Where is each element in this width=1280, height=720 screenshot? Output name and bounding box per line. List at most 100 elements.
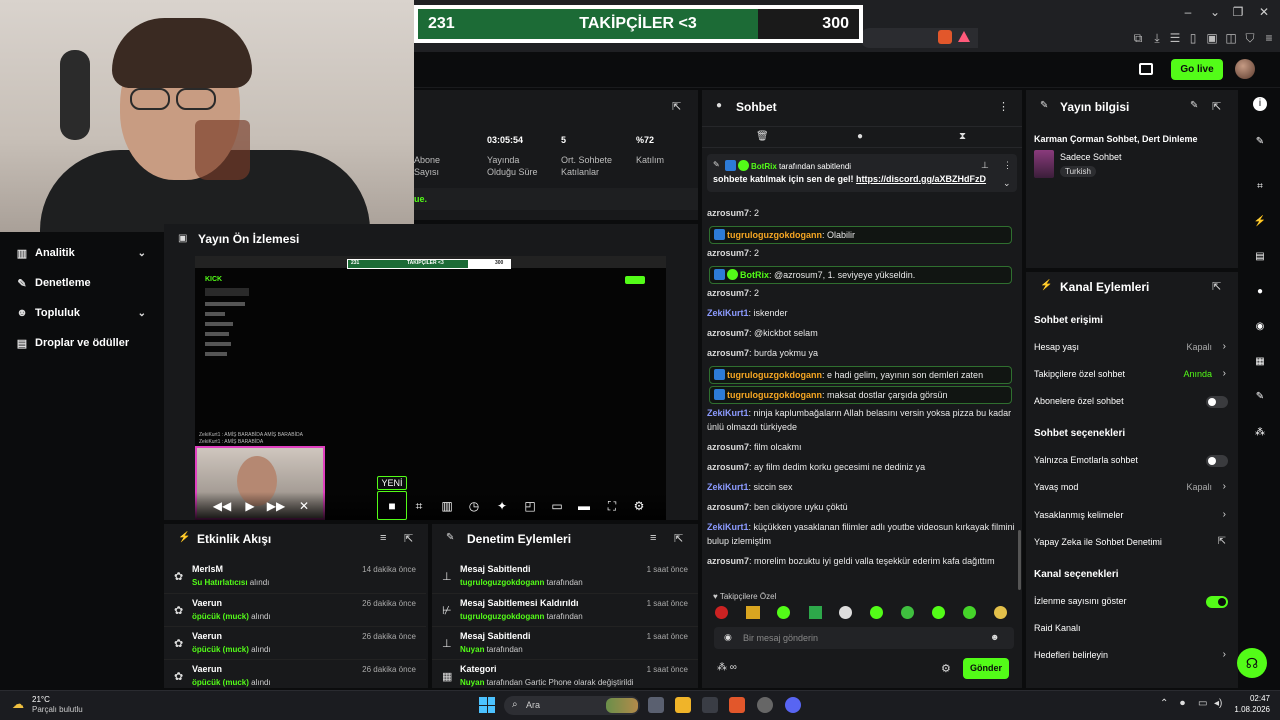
trash-icon[interactable]: 🗑 xyxy=(756,131,769,142)
forward-icon[interactable]: ▶▶ xyxy=(266,497,286,515)
info-icon[interactable]: i xyxy=(1253,97,1267,111)
tag-chip[interactable]: Turkish xyxy=(1060,166,1096,177)
pip-icon[interactable]: ◰ xyxy=(520,497,540,515)
option-show-viewers[interactable]: İzlenme sayısını göster xyxy=(1034,596,1230,616)
emote-icon[interactable] xyxy=(994,606,1007,619)
scan-icon[interactable]: ⌗ xyxy=(1251,178,1269,196)
sidebar-item-drops[interactable]: ▤ Droplar ve ödüller xyxy=(0,328,162,358)
brave-rewards-icon[interactable] xyxy=(958,31,970,42)
emote-icon[interactable] xyxy=(746,606,760,619)
chat-username[interactable]: azrosum7 xyxy=(707,502,749,512)
option-goals[interactable]: Hedefleri belirleyin › xyxy=(1034,649,1230,670)
chevron-down-icon[interactable]: ⌄ xyxy=(138,248,146,259)
emote-icon[interactable] xyxy=(777,606,790,619)
clock-time[interactable]: 02:47 xyxy=(1236,694,1270,703)
chat-username[interactable]: ZekiKurt1 xyxy=(707,522,749,532)
bookmark-list-icon[interactable]: ☰ xyxy=(1168,31,1182,45)
windows-start-icon[interactable] xyxy=(479,697,495,713)
play-icon[interactable]: ▶ xyxy=(240,497,260,515)
chat-message[interactable]: ZekiKurt1: ninja kaplumbağaların Allah b… xyxy=(707,406,1015,434)
chat-username[interactable]: ZekiKurt1 xyxy=(707,482,749,492)
chat-username[interactable]: tugruloguzgokdogann xyxy=(727,230,822,240)
mic-icon[interactable]: ⏺ xyxy=(1180,698,1185,709)
emote-icon[interactable] xyxy=(870,606,883,619)
chat-message[interactable]: ZekiKurt1: küçükken yasaklanan filimler … xyxy=(707,520,1015,548)
chat-username[interactable]: azrosum7 xyxy=(707,462,749,472)
restore-icon[interactable]: ❐ xyxy=(1231,5,1245,19)
minimize-icon[interactable]: – xyxy=(1181,5,1195,19)
chat-username[interactable]: tugruloguzgokdogann xyxy=(727,390,822,400)
collapse-icon[interactable]: ⌄ xyxy=(1208,5,1222,19)
chat-message[interactable]: tugruloguzgokdogann: maksat dostlar çarş… xyxy=(709,386,1012,404)
stream-preview[interactable]: 231 TAKİPÇİLER <3 300 KICK ZekiKurt1 : A… xyxy=(195,256,666,520)
edit-icon[interactable]: ✎ xyxy=(1190,100,1198,111)
chat-message[interactable]: ZekiKurt1: siccin sex xyxy=(707,480,1015,494)
crop-icon[interactable]: ⌗ xyxy=(409,497,429,515)
grid-icon[interactable]: ▥ xyxy=(437,497,457,515)
points-icon[interactable]: ⁂ ∞ xyxy=(717,662,737,673)
chat-username[interactable]: BotRix xyxy=(740,270,769,280)
emote-icon[interactable] xyxy=(809,606,822,619)
emote-icon[interactable] xyxy=(963,606,976,619)
network-icon[interactable]: ▭ xyxy=(1198,698,1207,709)
popout-icon[interactable]: ⇱ xyxy=(404,532,413,545)
chat-icon[interactable]: ● xyxy=(1251,283,1269,301)
chat-message[interactable]: BotRix: @azrosum7, 1. seviyeye yükseldin… xyxy=(709,266,1012,284)
chat-message[interactable]: azrosum7: 2 xyxy=(707,206,1015,220)
shield-icon[interactable]: ⛉ xyxy=(1243,31,1257,45)
chat-username[interactable]: azrosum7 xyxy=(707,328,749,338)
support-icon[interactable]: ☊ xyxy=(1237,648,1267,678)
send-button[interactable]: Gönder xyxy=(963,658,1009,679)
option-ai-moderation[interactable]: Yapay Zeka ile Sohbet Denetimi ⇱ xyxy=(1034,536,1230,557)
chat-input[interactable]: ◉ Bir mesaj gönderin ☻ xyxy=(714,627,1014,649)
note-icon[interactable]: ▤ xyxy=(1251,248,1269,266)
category-name[interactable]: Sadece Sohbet xyxy=(1060,152,1122,162)
chat-message[interactable]: azrosum7: burda yokmu ya xyxy=(707,346,1015,360)
hourglass-icon[interactable]: ⧗ xyxy=(959,131,966,142)
download-icon[interactable]: ⤓ xyxy=(1150,31,1164,45)
emote-icon[interactable] xyxy=(715,606,728,619)
popout-icon[interactable]: ⇱ xyxy=(1212,100,1221,113)
pinned-link[interactable]: https://discord.gg/aXBZHdFzD xyxy=(856,174,986,184)
chevron-down-icon[interactable]: ⌄ xyxy=(1003,178,1011,189)
theater-mode-icon[interactable]: ▬ xyxy=(574,497,594,515)
chevron-down-icon[interactable]: ⌄ xyxy=(138,308,146,319)
obs-icon[interactable] xyxy=(757,697,773,713)
chat-message[interactable]: azrosum7: morelim bozuktu iyi geldi vall… xyxy=(707,554,1015,568)
chat-message[interactable]: ZekiKurt1: iskender xyxy=(707,306,1015,320)
timer-icon[interactable]: ◷ xyxy=(464,497,484,515)
layout-icon[interactable]: ▭ xyxy=(547,497,567,515)
wallet-icon[interactable]: ▣ xyxy=(1205,31,1219,45)
taskbar-search[interactable]: ⌕ Ara xyxy=(504,696,640,715)
more-icon[interactable]: ⋮ xyxy=(998,100,1009,113)
chat-username[interactable]: tugruloguzgokdogann xyxy=(727,370,822,380)
chat-message[interactable]: azrosum7: 2 xyxy=(707,246,1015,260)
chat-username[interactable]: ZekiKurt1 xyxy=(707,308,749,318)
bolt-icon[interactable]: ⚡ xyxy=(1251,213,1269,231)
vpn-icon[interactable]: ◫ xyxy=(1224,31,1238,45)
chat-username[interactable]: azrosum7 xyxy=(707,442,749,452)
filter-icon[interactable]: ≡ xyxy=(650,532,656,544)
discord-icon[interactable] xyxy=(785,697,801,713)
brave-shield-icon[interactable] xyxy=(938,30,952,44)
wrench-icon[interactable]: ✎ xyxy=(1251,388,1269,406)
chat-message[interactable]: azrosum7: ay film dedim korku gecesimi n… xyxy=(707,460,1015,474)
option-account-age[interactable]: Hesap yaşı Kapalı › xyxy=(1034,341,1230,362)
activity-user[interactable]: Vaerun xyxy=(192,664,222,674)
more-icon[interactable]: ⋮ xyxy=(1003,160,1012,171)
chat-username[interactable]: azrosum7 xyxy=(707,556,749,566)
speech-icon[interactable]: ● xyxy=(857,131,863,142)
option-banned-words[interactable]: Yasaklanmış kelimeler › xyxy=(1034,509,1230,530)
emoji-icon[interactable]: ☻ xyxy=(990,632,999,642)
category-thumbnail[interactable] xyxy=(1034,150,1054,178)
store-icon[interactable] xyxy=(702,697,718,713)
settings-icon[interactable]: ⚙ xyxy=(941,662,951,675)
volume-icon[interactable]: ◂) xyxy=(1214,698,1222,709)
sidebar-item-analytics[interactable]: ▥ Analitik ⌄ xyxy=(0,238,162,268)
emote-icon[interactable] xyxy=(839,606,852,619)
menu-icon[interactable]: ≡ xyxy=(1262,31,1276,45)
settings-icon[interactable]: ⚙ xyxy=(629,497,649,515)
option-slow-mode[interactable]: Yavaş mod Kapalı › xyxy=(1034,481,1230,502)
sparkle-icon[interactable]: ✦ xyxy=(492,497,512,515)
popout-icon[interactable]: ⇱ xyxy=(672,100,681,113)
